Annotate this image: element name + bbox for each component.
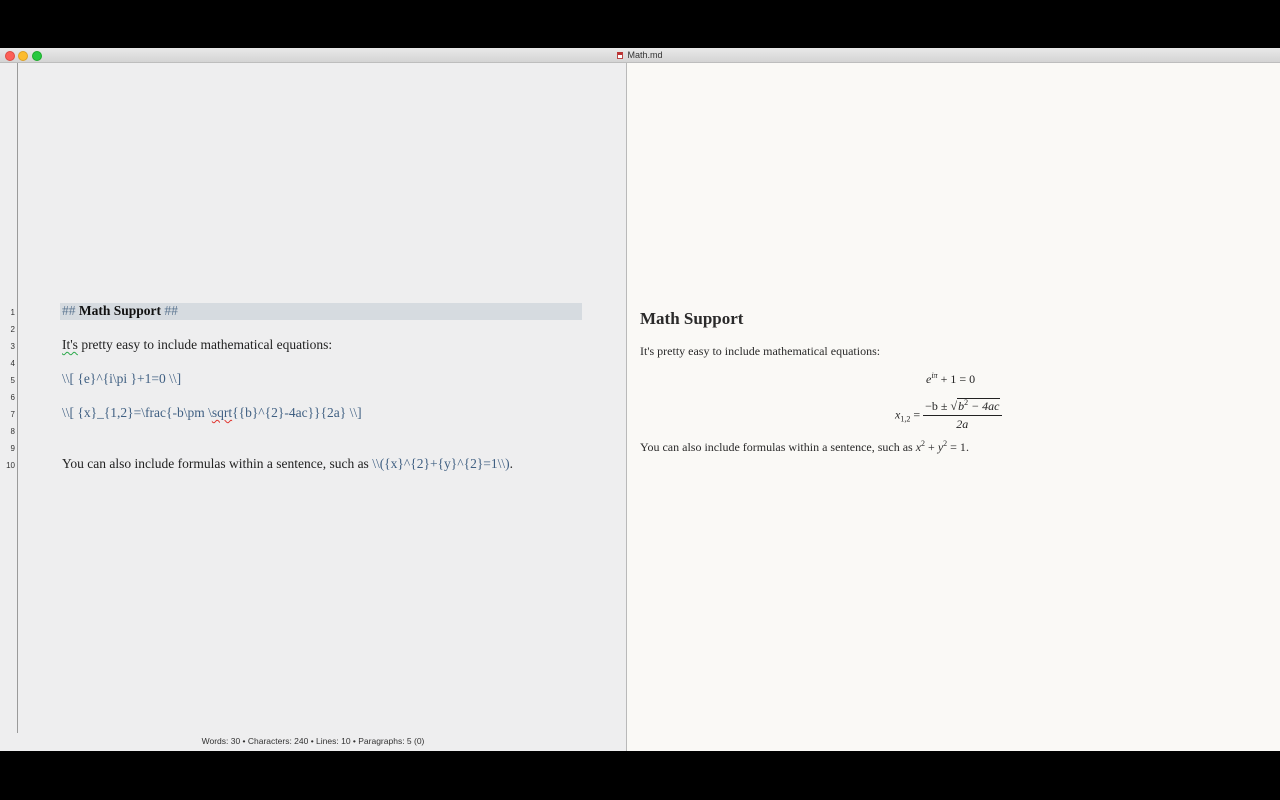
numerator: −b ± √b2 − 4ac xyxy=(923,398,1002,416)
status-bar: Words: 30 • Characters: 240 • Lines: 10 … xyxy=(201,736,425,746)
document-icon xyxy=(617,52,624,59)
eq-term: . xyxy=(965,440,969,454)
inline-math-code: \\({x}^{2}+{y}^{2}=1\\) xyxy=(372,456,510,471)
window-title-area: Math.md xyxy=(0,49,1280,61)
equation-euler: eiπ + 1 = 0 xyxy=(926,372,975,387)
preview-heading: Math Support xyxy=(640,309,744,328)
eq-term: = xyxy=(910,407,924,422)
line-number: 4 xyxy=(10,359,15,368)
line-number: 5 xyxy=(10,376,15,385)
editor-line-10[interactable]: You can also include formulas within a s… xyxy=(62,456,513,472)
math-code: \\[ {e}^{i\pi }+1=0 \\] xyxy=(62,371,182,386)
line-number: 10 xyxy=(6,461,15,470)
preview-text: You can also include formulas within a s… xyxy=(640,440,916,454)
radicand: b2 − 4ac xyxy=(957,398,1000,413)
editor-line-5[interactable]: \\[ {e}^{i\pi }+1=0 \\] xyxy=(62,371,181,387)
heading-marker: ## xyxy=(164,303,178,318)
equation-quadratic: x1,2 = −b ± √b2 − 4ac 2a xyxy=(895,398,1002,432)
spelling-flagged-word: sqrt xyxy=(211,405,233,420)
eq-subscript: 1,2 xyxy=(900,414,911,424)
markdown-editor[interactable]: 1 2 3 4 5 6 7 8 9 10 ## Math Support ## … xyxy=(0,63,626,751)
line-number: 9 xyxy=(10,444,15,453)
editor-line-1[interactable]: ## Math Support ## xyxy=(62,303,178,319)
line-number: 6 xyxy=(10,393,15,402)
preview-paragraph-inline-math: You can also include formulas within a s… xyxy=(640,440,969,455)
preview-pane[interactable]: Math Support It's pretty easy to include… xyxy=(627,63,1280,751)
app-window: Math.md 1 2 3 4 5 6 7 8 9 10 ## Math Sup… xyxy=(0,48,1280,751)
math-code: {{b}^{2}-4ac}}{2a} \\] xyxy=(232,405,362,420)
math-code: \\[ {x}_{1,2}=\frac{-b\pm \ xyxy=(62,405,212,420)
fraction: −b ± √b2 − 4ac 2a xyxy=(923,398,1002,432)
line-number: 3 xyxy=(10,342,15,351)
grammar-flagged-word: It's xyxy=(62,337,78,352)
editor-text: You can also include formulas within a s… xyxy=(62,456,373,471)
editor-line-3[interactable]: It's pretty easy to include mathematical… xyxy=(62,337,332,353)
denominator: 2a xyxy=(956,417,969,431)
editor-text: pretty easy to include mathematical equa… xyxy=(77,337,333,352)
line-number: 8 xyxy=(10,427,15,436)
eq-term: + 1 = 0 xyxy=(937,372,976,386)
eq-term: − 4ac xyxy=(968,399,1000,413)
eq-term: + xyxy=(925,440,938,454)
window-title: Math.md xyxy=(627,50,663,60)
heading-marker: ## xyxy=(62,303,76,318)
eq-term: = 1 xyxy=(947,440,966,454)
editor-text: . xyxy=(509,456,514,471)
line-number-gutter: 1 2 3 4 5 6 7 8 9 10 xyxy=(0,63,18,733)
eq-term: −b ± xyxy=(925,399,951,413)
preview-paragraph: It's pretty easy to include mathematical… xyxy=(640,344,881,358)
heading-text: Math Support xyxy=(78,303,162,318)
line-number: 2 xyxy=(10,325,15,334)
line-number: 1 xyxy=(10,308,15,317)
title-bar: Math.md xyxy=(0,48,1280,63)
editor-line-7[interactable]: \\[ {x}_{1,2}=\frac{-b\pm \sqrt{{b}^{2}-… xyxy=(62,405,362,421)
line-number: 7 xyxy=(10,410,15,419)
